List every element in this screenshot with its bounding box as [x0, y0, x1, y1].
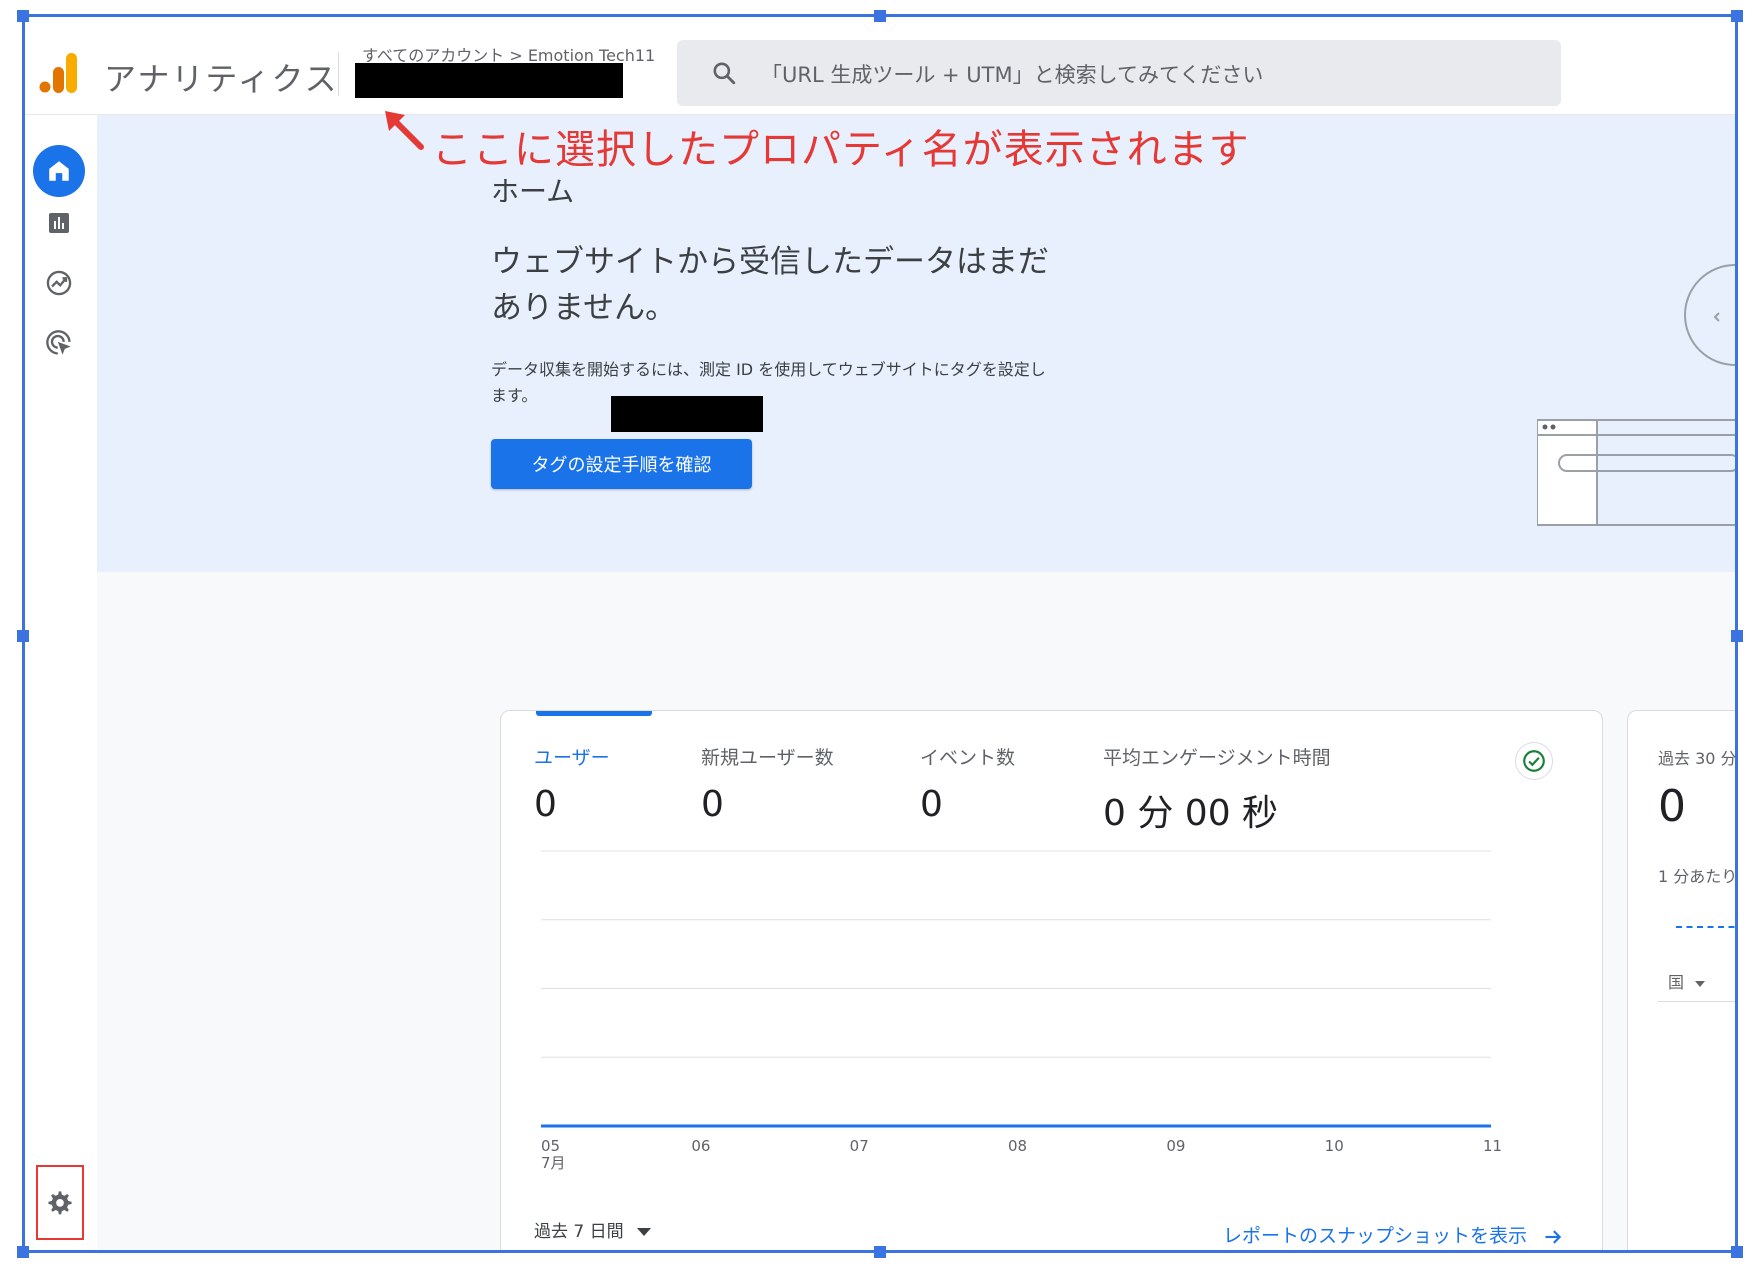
reports-icon [49, 213, 69, 233]
product-name: アナリティクス [104, 60, 339, 98]
home-icon [49, 161, 69, 181]
nav-advertising[interactable] [33, 317, 85, 369]
resize-handle[interactable] [17, 630, 29, 642]
metric-tab-engagement-time[interactable]: 平均エンゲージメント時間 0 分 00 秒 [1103, 743, 1331, 836]
dimension-selector[interactable]: 国 [1668, 969, 1706, 993]
view-snapshot-link[interactable]: レポートのスナップショットを表示 [1223, 1221, 1563, 1248]
nav-explore[interactable] [33, 257, 85, 309]
x-tick-label: 11 [1483, 1137, 1502, 1155]
dropdown-arrow-icon [1695, 980, 1706, 987]
header-divider [338, 52, 339, 96]
annotation-text: ここに選択したプロパティ名が表示されます [432, 127, 1250, 173]
resize-handle[interactable] [17, 1246, 29, 1258]
users-line-chart: 05 06 07 08 09 10 11 7月 [541, 850, 1502, 1171]
metric-value: 0 [534, 784, 557, 825]
metric-label: 新規ユーザー数 [701, 747, 834, 769]
settings-highlight[interactable] [36, 1165, 84, 1240]
search-placeholder: 「URL 生成ツール + UTM」と検索してみてください [761, 63, 1264, 87]
dropdown-arrow-icon [637, 1228, 652, 1236]
gear-icon [48, 1190, 72, 1214]
website-illustration [1537, 264, 1735, 526]
metric-label: 平均エンゲージメント時間 [1103, 747, 1331, 769]
home-hero-banner: ここに選択したプロパティ名が表示されます ホーム ウェブサイトから受信したデータ… [97, 111, 1735, 572]
resize-handle[interactable] [17, 10, 29, 22]
metric-label: ユーザー [534, 747, 610, 769]
x-tick-label: 05 [541, 1137, 560, 1155]
x-tick-label: 08 [1008, 1137, 1027, 1155]
divider [1658, 1001, 1735, 1002]
date-range-label: 過去 7 日間 [534, 1222, 624, 1242]
metric-value: 0 [701, 784, 724, 825]
metric-tab-events[interactable]: イベント数 0 [920, 743, 1015, 825]
x-tick-label: 10 [1325, 1137, 1344, 1155]
top-header: アナリティクス すべてのアカウント > Emotion Tech11 「URL … [25, 18, 1735, 115]
arrow-right-icon [1545, 1229, 1562, 1244]
x-tick-label: 06 [691, 1137, 710, 1155]
resize-handle[interactable] [874, 10, 886, 22]
metric-label: イベント数 [920, 747, 1016, 769]
active-tab-indicator [536, 711, 652, 716]
no-data-heading: ウェブサイトから受信したデータはまだありません。 [491, 244, 1049, 326]
check-circle-icon[interactable] [1516, 743, 1552, 779]
realtime-card: 過去 30 分間 0 1 分あたりの 国 [1627, 710, 1735, 1250]
date-range-selector[interactable]: 過去 7 日間 [534, 1217, 652, 1242]
realtime-sparkline [1676, 926, 1735, 928]
explore-icon [46, 270, 72, 296]
dimension-label: 国 [1668, 973, 1685, 992]
advertising-icon [46, 330, 71, 355]
nav-home[interactable] [33, 145, 85, 197]
realtime-value: 0 [1658, 781, 1686, 832]
search-icon [713, 62, 736, 85]
annotation-arrow-icon [385, 111, 424, 150]
redacted-property-name[interactable] [355, 63, 623, 98]
x-tick-label: 09 [1166, 1137, 1185, 1155]
overview-card: ユーザー 0 新規ユーザー数 0 イベント数 0 平均エンゲージメント時間 0 … [500, 710, 1603, 1250]
search-bar[interactable]: 「URL 生成ツール + UTM」と検索してみてください [677, 40, 1561, 106]
snapshot-link-label: レポートのスナップショットを表示 [1223, 1225, 1528, 1247]
redacted-measurement-id [611, 396, 763, 432]
resize-handle[interactable] [1731, 10, 1743, 22]
page-title: ホーム [491, 175, 575, 208]
resize-handle[interactable] [874, 1246, 886, 1258]
realtime-sub-label: 1 分あたりの [1658, 867, 1735, 886]
metric-tab-users[interactable]: ユーザー 0 [534, 743, 610, 825]
metric-tab-new-users[interactable]: 新規ユーザー数 0 [701, 743, 834, 825]
left-sidebar [25, 115, 97, 1250]
x-tick-label: 07 [850, 1137, 869, 1155]
resize-handle[interactable] [1731, 630, 1743, 642]
nav-reports[interactable] [33, 197, 85, 249]
setup-description: データ収集を開始するには、測定 ID を使用してウェブサイトにタグを設定します。 [491, 360, 1046, 405]
resize-handle[interactable] [1731, 1246, 1743, 1258]
realtime-label: 過去 30 分間 [1658, 749, 1735, 768]
tag-setup-button[interactable]: タグの設定手順を確認 [491, 439, 752, 489]
check-icon [1523, 750, 1545, 772]
metric-value: 0 [920, 784, 943, 825]
analytics-app: アナリティクス すべてのアカウント > Emotion Tech11 「URL … [25, 18, 1735, 1250]
x-month-label: 7月 [541, 1154, 566, 1171]
metric-value: 0 分 00 秒 [1103, 793, 1279, 834]
dashboard-content: ユーザー 0 新規ユーザー数 0 イベント数 0 平均エンゲージメント時間 0 … [97, 572, 1735, 1250]
analytics-logo [39, 53, 77, 93]
